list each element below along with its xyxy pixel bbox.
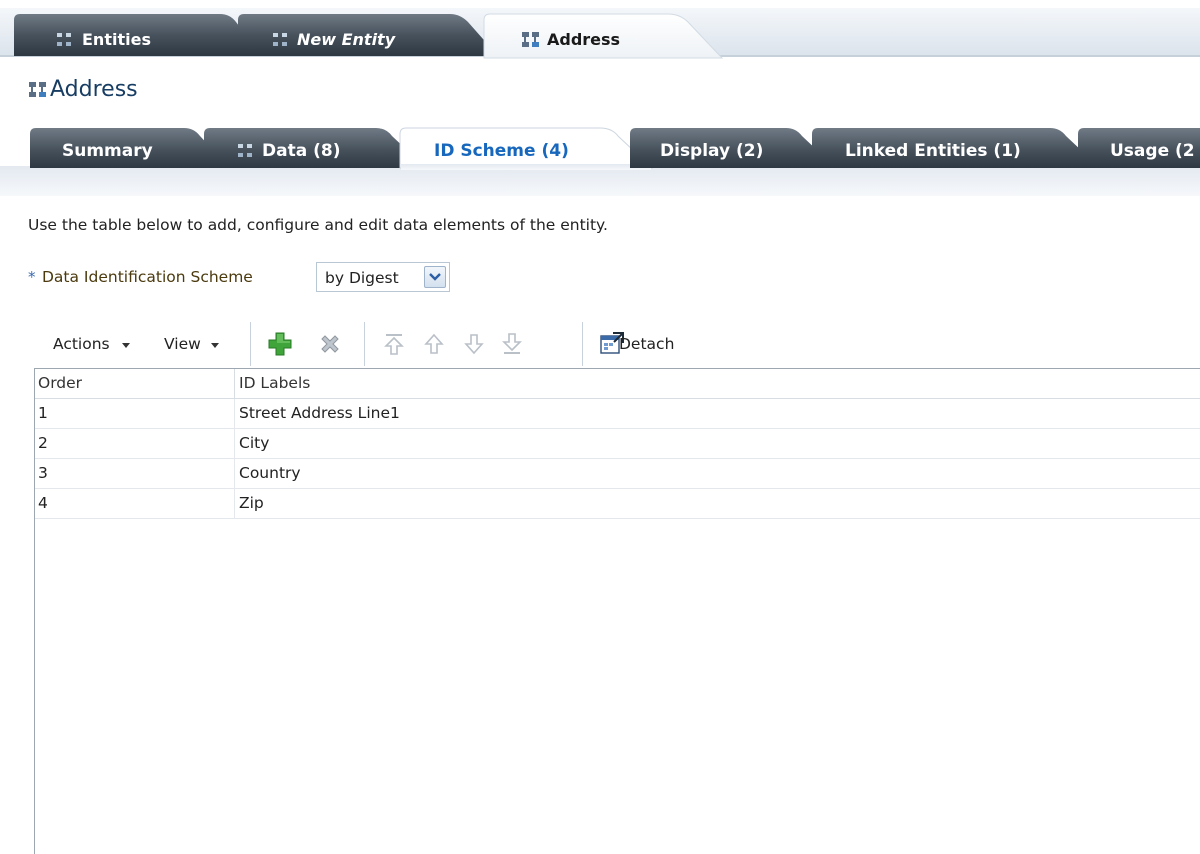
toolbar-divider (250, 322, 251, 366)
detach-button[interactable]: Detach (619, 333, 674, 355)
sub-tab-summary[interactable]: Summary (62, 136, 153, 166)
required-marker: * (28, 268, 36, 286)
table-row[interactable]: 2 City (35, 429, 1200, 459)
toolbar-divider (364, 322, 365, 366)
order-cell: 1 (35, 399, 235, 428)
page-title: Address (50, 77, 138, 102)
move-down-icon[interactable] (460, 330, 488, 358)
id-label-cell: Country (239, 464, 301, 482)
table-row[interactable]: 1 Street Address Line1 (35, 399, 1200, 429)
id-label-cell: Zip (239, 494, 264, 512)
id-labels-table: Order ID Labels 1 Street Address Line1 2… (34, 368, 1200, 854)
move-up-icon[interactable] (420, 330, 448, 358)
scheme-select[interactable]: by Digest (316, 262, 450, 292)
entity-group-icon (28, 81, 48, 101)
sub-tab-usage[interactable]: Usage (2 (1110, 136, 1195, 166)
view-menu[interactable]: View (164, 333, 201, 355)
instructions-text: Use the table below to add, configure an… (28, 216, 608, 234)
sub-tab-linked-entities[interactable]: Linked Entities (1) (845, 136, 1021, 166)
table-toolbar: Actions View Detach (36, 322, 1200, 366)
scheme-select-value: by Digest (325, 269, 399, 287)
table-row[interactable]: 3 Country (35, 459, 1200, 489)
actions-menu[interactable]: Actions (53, 333, 110, 355)
caret-down-icon[interactable] (122, 343, 130, 348)
column-header-order[interactable]: Order (35, 369, 235, 398)
scheme-label: Data Identification Scheme (42, 268, 253, 286)
doc-tab-address[interactable]: Address (547, 28, 620, 52)
move-top-icon[interactable] (380, 330, 408, 358)
table-row[interactable]: 4 Zip (35, 489, 1200, 519)
sub-tab-display[interactable]: Display (2) (660, 136, 763, 166)
entity-icon (271, 31, 289, 49)
entity-group-icon (521, 31, 539, 49)
id-label-cell: Street Address Line1 (239, 404, 400, 422)
caret-down-icon[interactable] (211, 343, 219, 348)
id-label-cell: City (239, 434, 270, 452)
entity-icon (236, 142, 254, 160)
sub-tab-id-scheme[interactable]: ID Scheme (4) (434, 136, 569, 166)
delete-icon[interactable] (316, 330, 344, 358)
chevron-down-icon[interactable] (424, 266, 446, 288)
order-cell: 4 (35, 489, 235, 518)
sub-tab-bar: Summary Data (8) ID Scheme (4) Display (… (0, 118, 1200, 200)
toolbar-divider (582, 322, 583, 366)
table-header: Order ID Labels (35, 369, 1200, 399)
entity-icon (55, 31, 73, 49)
doc-tab-entities[interactable]: Entities (82, 28, 151, 52)
document-tab-bar: Entities New Entity Address (0, 0, 1200, 60)
add-icon[interactable] (266, 330, 294, 358)
doc-tab-new-entity[interactable]: New Entity (297, 28, 395, 52)
move-bottom-icon[interactable] (498, 330, 526, 358)
sub-tab-data[interactable]: Data (8) (262, 136, 340, 166)
order-cell: 3 (35, 459, 235, 488)
column-header-id-labels[interactable]: ID Labels (236, 369, 1200, 398)
order-cell: 2 (35, 429, 235, 458)
